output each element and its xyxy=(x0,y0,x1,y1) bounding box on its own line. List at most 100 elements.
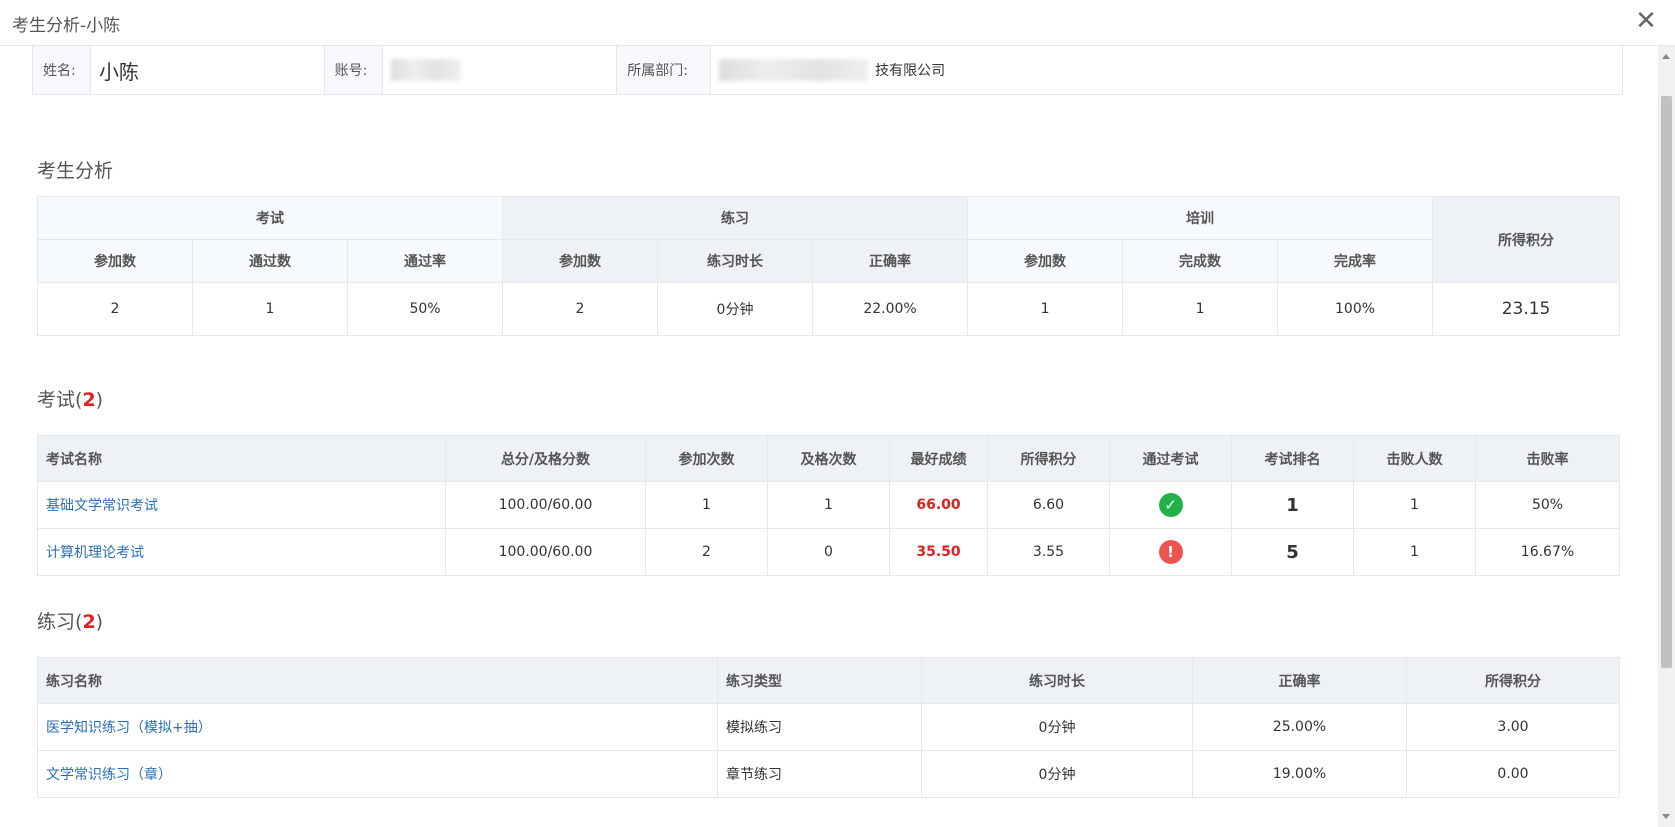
dialog-titlebar: 考生分析-小陈 ✕ xyxy=(0,0,1675,46)
exam-passed: ✓ xyxy=(1109,481,1232,529)
exam-score: 100.00/60.00 xyxy=(445,481,646,529)
exam-rank: 5 xyxy=(1231,528,1354,576)
exam-col-passes: 及格次数 xyxy=(767,435,890,482)
val-exam-rate: 50% xyxy=(346,282,504,336)
prac-col-type: 练习类型 xyxy=(717,657,922,704)
val-prac-join: 2 xyxy=(502,282,659,336)
val-prac-time: 0分钟 xyxy=(657,282,814,336)
practice-type: 模拟练习 xyxy=(717,703,922,751)
name-value: 小陈 xyxy=(91,46,325,94)
scroll-down-icon[interactable] xyxy=(1662,814,1670,819)
exam-score: 100.00/60.00 xyxy=(445,528,646,576)
exam-defeated: 1 xyxy=(1353,481,1476,529)
exam-col-best: 最好成绩 xyxy=(889,435,988,482)
exam-col-defeated: 击败人数 xyxy=(1353,435,1476,482)
exam-name-link[interactable]: 基础文学常识考试 xyxy=(46,498,158,514)
sub-exam-join: 参加数 xyxy=(37,239,193,283)
scrollbar-thumb[interactable] xyxy=(1661,96,1672,668)
sub-prac-acc: 正确率 xyxy=(812,239,969,283)
sub-train-join: 参加数 xyxy=(967,239,1124,283)
val-prac-acc: 22.00% xyxy=(812,282,969,336)
practice-points: 3.00 xyxy=(1406,703,1620,751)
table-row: 计算机理论考试 100.00/60.00 2 0 35.50 3.55 ! 5 … xyxy=(37,528,1620,576)
exam-passed: ! xyxy=(1109,528,1232,576)
exam-rate: 50% xyxy=(1475,481,1620,529)
val-points: 23.15 xyxy=(1432,282,1621,336)
exam-rank: 1 xyxy=(1231,481,1354,529)
exams-count: 2 xyxy=(82,389,96,411)
exams-title: 考试(2) xyxy=(37,389,104,411)
exam-rate: 16.67% xyxy=(1475,528,1620,576)
practice-accuracy: 25.00% xyxy=(1192,703,1407,751)
prac-col-points: 所得积分 xyxy=(1406,657,1620,704)
exam-best: 66.00 xyxy=(889,481,988,529)
scroll-up-icon[interactable] xyxy=(1662,54,1670,59)
dept-value-text: 技有限公司 xyxy=(875,63,946,79)
analysis-title: 考生分析 xyxy=(37,160,114,182)
exam-col-points: 所得积分 xyxy=(987,435,1110,482)
prac-col-name: 练习名称 xyxy=(37,657,718,704)
val-train-rate: 100% xyxy=(1277,282,1434,336)
sub-exam-pass: 通过数 xyxy=(192,239,348,283)
practice-name-link[interactable]: 医学知识练习（模拟+抽） xyxy=(46,720,212,736)
name-label: 姓名: xyxy=(33,46,91,94)
redacted-dept xyxy=(719,59,870,81)
exam-points: 3.55 xyxy=(987,528,1110,576)
exam-attempts: 2 xyxy=(645,528,768,576)
dialog-title: 考生分析-小陈 xyxy=(12,16,121,36)
exam-table: 考试名称 总分/及格分数 参加次数 及格次数 最好成绩 所得积分 通过考试 考试… xyxy=(37,435,1620,576)
table-row: 文学常识练习（章） 章节练习 0分钟 19.00% 0.00 xyxy=(37,750,1620,798)
account-value xyxy=(383,46,618,94)
dept-value: 技有限公司 xyxy=(711,46,1622,94)
table-row: 基础文学常识考试 100.00/60.00 1 1 66.00 6.60 ✓ 1… xyxy=(37,481,1620,529)
sub-train-done: 完成数 xyxy=(1122,239,1279,283)
sub-train-rate: 完成率 xyxy=(1277,239,1434,283)
exams-title-text: 考试 xyxy=(37,389,76,411)
practices-count: 2 xyxy=(82,611,96,633)
group-exam: 考试 xyxy=(36,196,504,240)
exam-col-rate: 击败率 xyxy=(1475,435,1620,482)
group-points: 所得积分 xyxy=(1432,196,1621,283)
practice-duration: 0分钟 xyxy=(921,703,1193,751)
val-exam-join: 2 xyxy=(37,282,193,336)
exam-col-rank: 考试排名 xyxy=(1231,435,1354,482)
practice-table: 练习名称 练习类型 练习时长 正确率 所得积分 医学知识练习（模拟+抽） 模拟练… xyxy=(37,657,1620,798)
exam-defeated: 1 xyxy=(1353,528,1476,576)
practice-duration: 0分钟 xyxy=(921,750,1193,798)
summary-table: 考试 练习 培训 所得积分 参加数 通过数 通过率 参加数 练习时长 正确率 参… xyxy=(36,196,1621,336)
sub-exam-rate: 通过率 xyxy=(346,239,504,283)
redacted-account xyxy=(390,59,461,81)
check-circle-icon: ✓ xyxy=(1158,493,1183,517)
val-train-done: 1 xyxy=(1122,282,1279,336)
exam-col-attempts: 参加次数 xyxy=(645,435,768,482)
exam-col-score: 总分/及格分数 xyxy=(445,435,646,482)
group-practice: 练习 xyxy=(502,196,969,240)
practices-title: 练习(2) xyxy=(37,611,104,633)
prac-col-duration: 练习时长 xyxy=(921,657,1193,704)
prac-col-accuracy: 正确率 xyxy=(1192,657,1407,704)
exam-col-name: 考试名称 xyxy=(37,435,446,482)
val-train-join: 1 xyxy=(967,282,1124,336)
practice-name-link[interactable]: 文学常识练习（章） xyxy=(46,767,172,783)
exam-attempts: 1 xyxy=(645,481,768,529)
val-exam-pass: 1 xyxy=(192,282,348,336)
practice-points: 0.00 xyxy=(1406,750,1620,798)
practice-type: 章节练习 xyxy=(717,750,922,798)
practice-accuracy: 19.00% xyxy=(1192,750,1407,798)
exam-passes: 1 xyxy=(767,481,890,529)
dept-label: 所属部门: xyxy=(617,46,712,94)
group-training: 培训 xyxy=(967,196,1434,240)
exam-col-passed: 通过考试 xyxy=(1109,435,1232,482)
close-icon[interactable]: ✕ xyxy=(1631,6,1661,36)
vertical-scrollbar[interactable] xyxy=(1658,46,1675,827)
exam-points: 6.60 xyxy=(987,481,1110,529)
practices-title-text: 练习 xyxy=(37,611,76,633)
exam-name-link[interactable]: 计算机理论考试 xyxy=(46,545,144,561)
student-info-row: 姓名: 小陈 账号: 所属部门: 技有限公司 xyxy=(32,46,1623,95)
account-label: 账号: xyxy=(324,46,383,94)
exam-best: 35.50 xyxy=(889,528,988,576)
sub-prac-join: 参加数 xyxy=(502,239,659,283)
table-row: 医学知识练习（模拟+抽） 模拟练习 0分钟 25.00% 3.00 xyxy=(37,703,1620,751)
sub-prac-time: 练习时长 xyxy=(657,239,814,283)
exam-passes: 0 xyxy=(767,528,890,576)
